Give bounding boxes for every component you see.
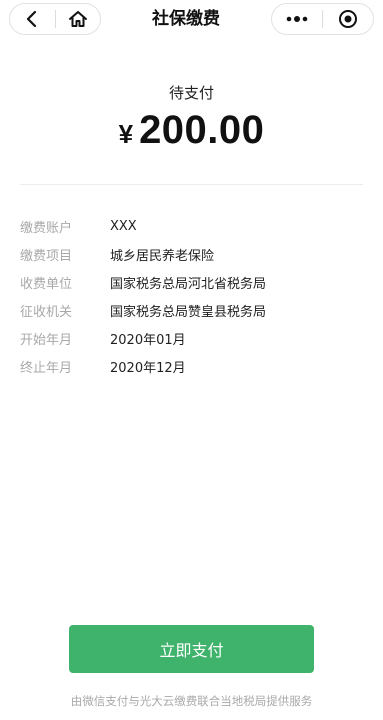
- detail-label: 缴费账户: [20, 220, 73, 236]
- pay-now-button[interactable]: 立即支付: [69, 625, 314, 673]
- payment-amount: ¥ 200.00: [0, 108, 383, 153]
- more-button[interactable]: [272, 4, 322, 34]
- page-title: 社保缴费: [152, 9, 220, 29]
- detail-value: 城乡居民养老保险: [110, 248, 215, 264]
- detail-row-account: 缴费账户 XXX: [20, 212, 360, 240]
- detail-row-collector: 征收机关 国家税务总局赞皇县税务局: [20, 296, 360, 324]
- service-provider-note: 由微信支付与光大云缴费联合当地税局提供服务: [70, 694, 313, 708]
- detail-label: 终止年月: [20, 360, 73, 376]
- mini-program-close-icon: [339, 10, 357, 28]
- nav-right-capsule: [271, 3, 374, 35]
- detail-row-item: 缴费项目 城乡居民养老保险: [20, 240, 360, 268]
- navigation-bar: 社保缴费: [0, 0, 383, 40]
- payment-details: 缴费账户 XXX 缴费项目 城乡居民养老保险 收费单位 国家税务总局河北省税务局…: [20, 212, 360, 380]
- detail-label: 征收机关: [20, 304, 73, 320]
- divider: [20, 184, 363, 185]
- close-button[interactable]: [323, 4, 373, 34]
- detail-value: 国家税务总局赞皇县税务局: [110, 304, 267, 320]
- detail-value: 国家税务总局河北省税务局: [110, 276, 267, 292]
- detail-value: 2020年01月: [110, 332, 186, 348]
- detail-label: 缴费项目: [20, 248, 73, 264]
- detail-row-payee: 收费单位 国家税务总局河北省税务局: [20, 268, 360, 296]
- currency-symbol: ¥: [118, 119, 134, 149]
- detail-label: 收费单位: [20, 276, 73, 292]
- detail-value: XXX: [110, 218, 137, 234]
- amount-value: 200.00: [139, 108, 265, 152]
- more-dots-icon: [286, 16, 308, 22]
- detail-row-end-month: 终止年月 2020年12月: [20, 352, 360, 380]
- chevron-left-icon: [27, 10, 37, 28]
- nav-left-capsule: [9, 3, 101, 35]
- back-button[interactable]: [10, 4, 55, 34]
- home-icon: [68, 11, 87, 27]
- detail-value: 2020年12月: [110, 360, 186, 376]
- home-button[interactable]: [56, 4, 101, 34]
- detail-label: 开始年月: [20, 332, 73, 348]
- payment-status: 待支付: [168, 84, 214, 102]
- detail-row-start-month: 开始年月 2020年01月: [20, 324, 360, 352]
